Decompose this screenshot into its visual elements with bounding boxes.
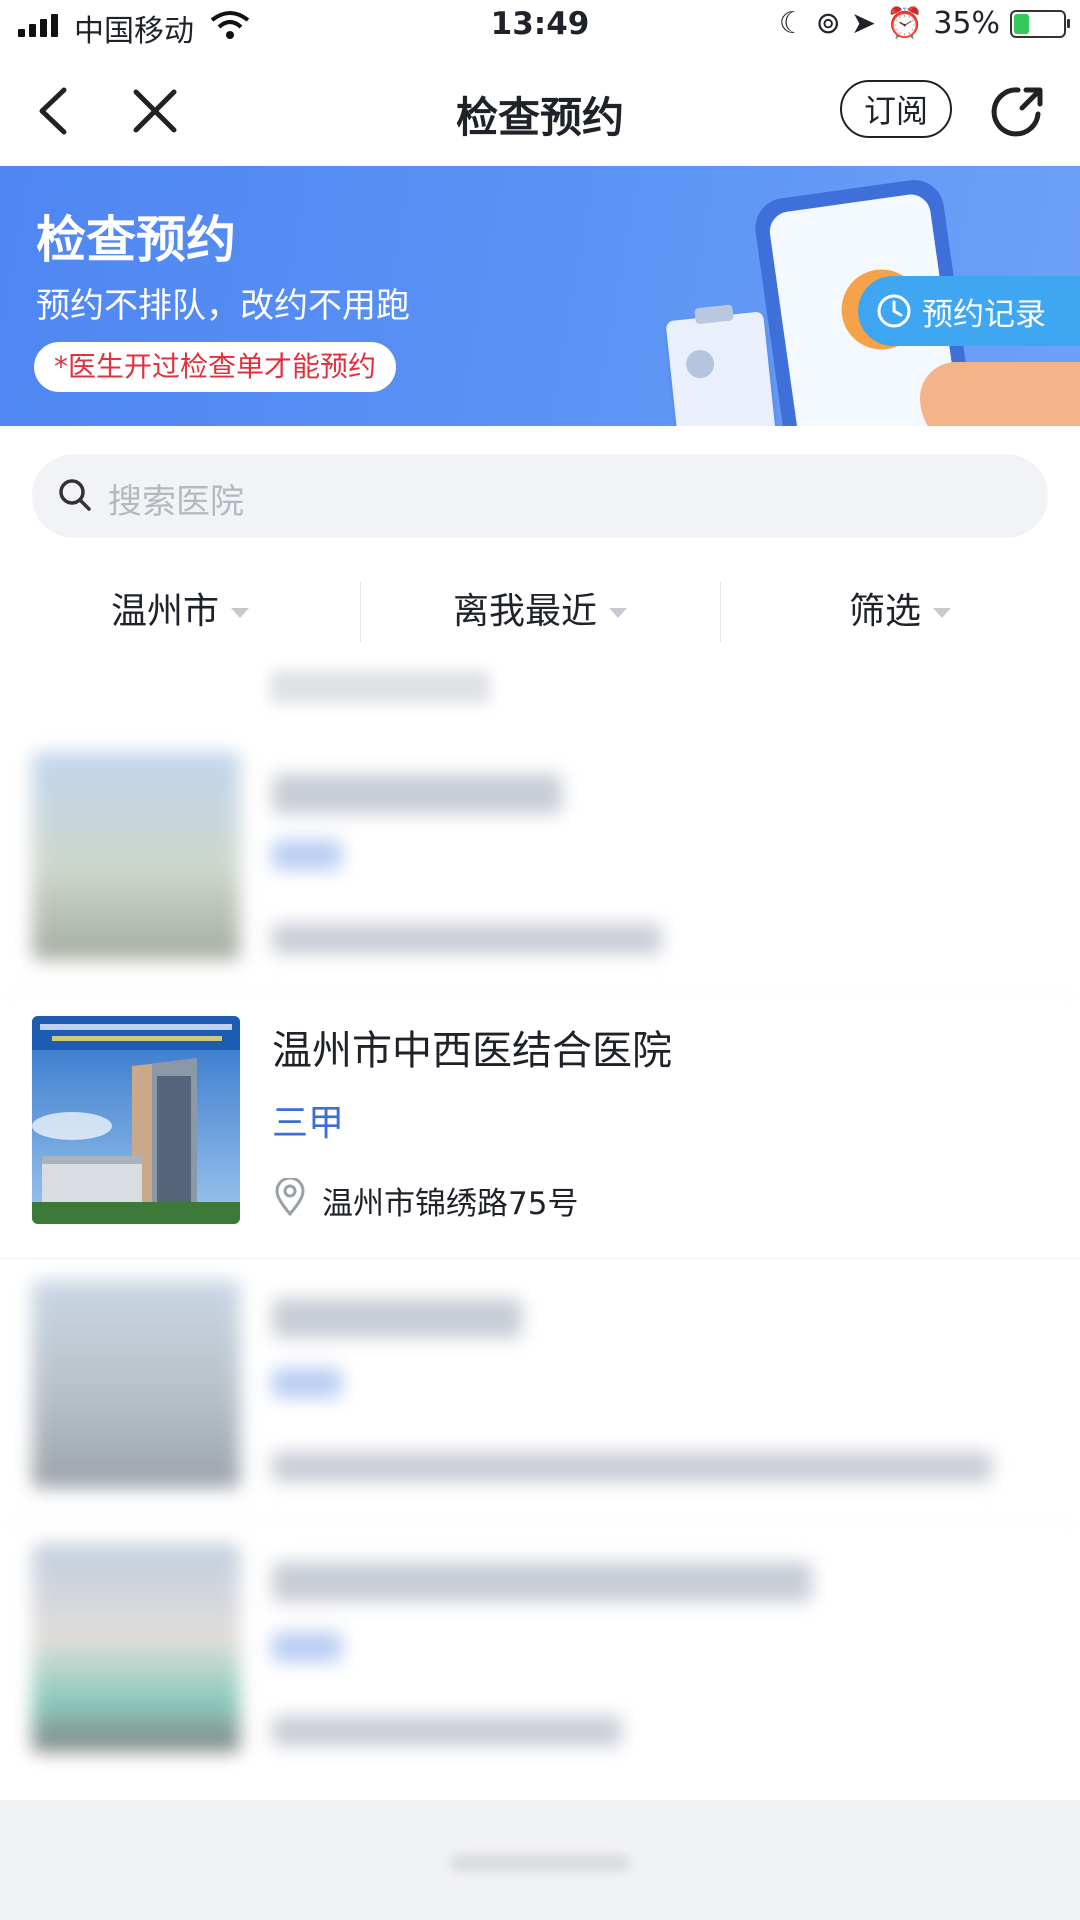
filter-sort-label: 离我最近: [452, 591, 597, 632]
battery-icon: [1010, 9, 1070, 38]
banner-subtitle: 预约不排队，改约不用跑: [36, 286, 410, 326]
hospital-thumbnail: [32, 752, 240, 960]
appointment-records-button[interactable]: 预约记录: [858, 276, 1080, 346]
list-item[interactable]: [0, 1522, 1080, 1786]
subscribe-button[interactable]: 订阅: [840, 80, 952, 138]
hospital-thumbnail: [32, 1544, 240, 1752]
promo-banner: 检查预约 预约不排队，改约不用跑 *医生开过检查单才能预约 预约记录: [0, 166, 1080, 426]
bottom-bar: [0, 1800, 1080, 1920]
alarm-icon: ⏰: [885, 6, 924, 41]
filter-city-label: 温州市: [110, 591, 219, 632]
hospital-list: 温州市中西医结合医院 三甲 温州市锦绣路75号: [0, 670, 1080, 1800]
search-placeholder: 搜索医院: [108, 482, 244, 522]
hospital-name: 温州市中西医结合医院: [272, 1028, 672, 1074]
dropdown-caret-icon: [231, 608, 249, 618]
share-button[interactable]: [988, 82, 1048, 146]
list-item[interactable]: 温州市中西医结合医院 三甲 温州市锦绣路75号: [0, 994, 1080, 1259]
dropdown-caret-icon: [933, 608, 951, 618]
nav-bar: 检查预约 订阅: [0, 56, 1080, 166]
hospital-level-badge: 三甲: [272, 1103, 345, 1144]
blurred-partial-row: [270, 670, 490, 704]
banner-note: *医生开过检查单才能预约: [34, 342, 397, 392]
battery-percent: 35%: [933, 6, 1000, 41]
filter-sort[interactable]: 离我最近: [360, 582, 720, 634]
blurred-bottom-button: [450, 1854, 630, 1872]
clipboard-illustration: [665, 304, 777, 426]
search-icon: [59, 479, 91, 511]
location-icon: ➤: [850, 6, 876, 41]
search-section: 搜索医院: [0, 426, 1080, 546]
filter-more[interactable]: 筛选: [720, 582, 1080, 634]
banner-title: 检查预约: [36, 211, 236, 269]
hospital-address: 温州市锦绣路75号: [322, 1186, 579, 1222]
list-item[interactable]: [0, 730, 1080, 995]
hand-illustration: [920, 362, 1080, 426]
moon-icon: ☾: [778, 6, 806, 41]
status-bar: 中国移动 13:49 ☾ ⊚ ➤ ⏰ 35%: [0, 0, 1080, 56]
location-pin-icon: [275, 1178, 305, 1216]
filter-city[interactable]: 温州市: [0, 582, 360, 634]
search-input[interactable]: 搜索医院: [32, 454, 1048, 538]
dropdown-caret-icon: [609, 608, 627, 618]
hospital-building-image: [32, 1016, 240, 1224]
clock-icon: [877, 294, 911, 328]
list-item[interactable]: [0, 1258, 1080, 1523]
share-icon: [991, 87, 1043, 137]
filter-bar: 温州市 离我最近 筛选: [0, 546, 1080, 671]
rotation-lock-icon: ⊚: [815, 6, 841, 41]
hospital-thumbnail: [32, 1016, 240, 1224]
filter-more-label: 筛选: [848, 591, 921, 632]
records-label: 预约记录: [922, 296, 1046, 333]
hospital-thumbnail: [32, 1280, 240, 1488]
